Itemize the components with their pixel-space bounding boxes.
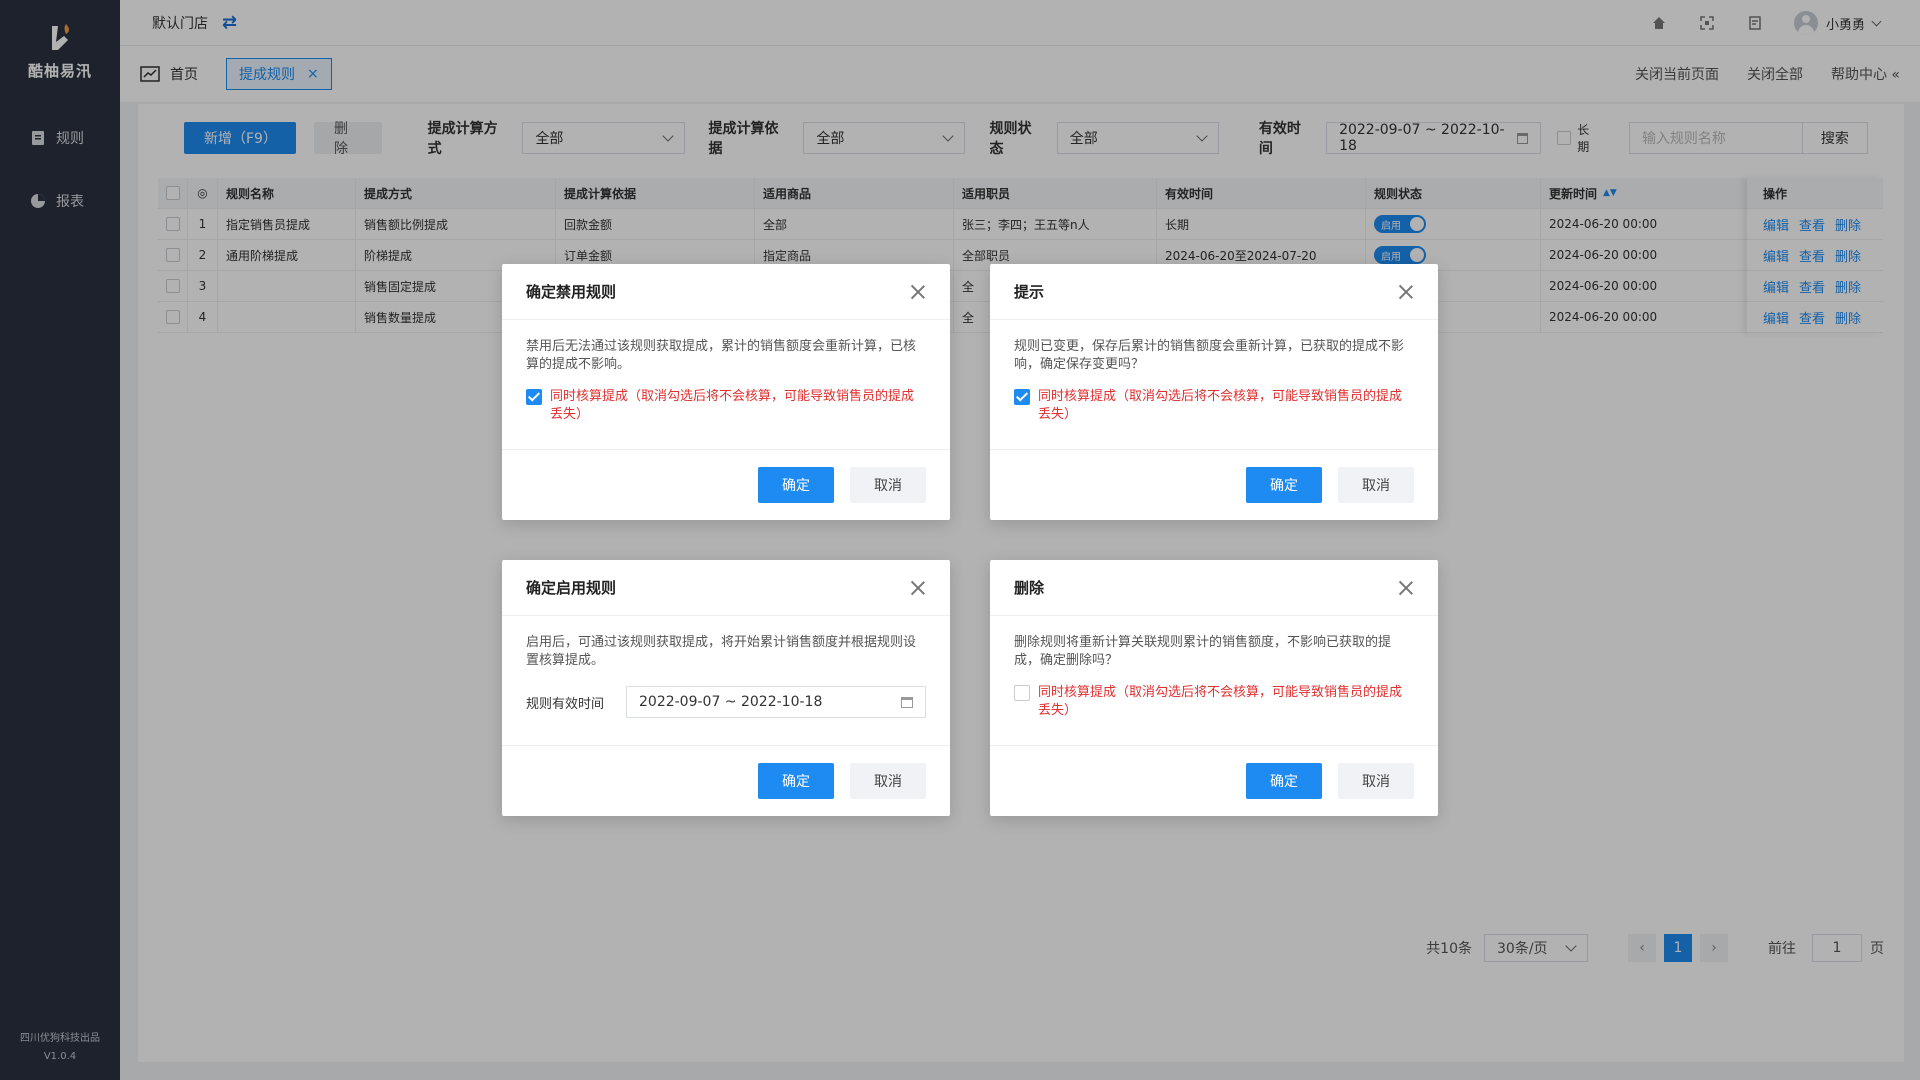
confirm-button[interactable]: 确定 bbox=[1246, 763, 1322, 799]
enable-rule-dialog: 确定启用规则 启用后，可通过该规则获取提成，将开始累计销售额度并根据规则设置核算… bbox=[502, 560, 950, 816]
close-icon[interactable] bbox=[910, 284, 926, 300]
calendar-icon bbox=[901, 696, 913, 708]
range-label: 规则有效时间 bbox=[526, 696, 605, 712]
delete-rule-dialog: 删除 删除规则将重新计算关联规则累计的销售额度，不影响已获取的提成，确定删除吗？… bbox=[990, 560, 1438, 816]
recalc-warning: 同时核算提成（取消勾选后将不会核算，可能导致销售员的提成丢失） bbox=[550, 389, 915, 422]
cancel-button[interactable]: 取消 bbox=[850, 763, 926, 799]
dialog-message: 规则已变更，保存后累计的销售额度会重新计算，已获取的提成不影响，确定保存变更吗？ bbox=[1014, 339, 1405, 372]
cancel-button[interactable]: 取消 bbox=[1338, 763, 1414, 799]
cancel-button[interactable]: 取消 bbox=[850, 467, 926, 503]
confirm-button[interactable]: 确定 bbox=[758, 467, 834, 503]
confirm-button[interactable]: 确定 bbox=[1246, 467, 1322, 503]
recalc-warning: 同时核算提成（取消勾选后将不会核算，可能导致销售员的提成丢失） bbox=[1038, 389, 1403, 422]
dialog-title: 提示 bbox=[1014, 283, 1045, 301]
dialog-message: 删除规则将重新计算关联规则累计的销售额度，不影响已获取的提成，确定删除吗？ bbox=[1014, 635, 1392, 668]
dialog-title: 确定启用规则 bbox=[526, 579, 617, 597]
rule-valid-time-picker[interactable]: 2022-09-07 ~ 2022-10-18 bbox=[626, 686, 926, 718]
modal-overlay bbox=[0, 0, 1920, 1080]
cancel-button[interactable]: 取消 bbox=[1338, 467, 1414, 503]
close-icon[interactable] bbox=[910, 580, 926, 596]
dialog-title: 确定禁用规则 bbox=[526, 283, 617, 301]
recalc-checkbox[interactable] bbox=[1014, 389, 1030, 405]
dialog-message: 禁用后无法通过该规则获取提成，累计的销售额度会重新计算，已核算的提成不影响。 bbox=[526, 339, 917, 372]
recalc-checkbox[interactable] bbox=[526, 389, 542, 405]
confirm-button[interactable]: 确定 bbox=[758, 763, 834, 799]
dialog-message: 启用后，可通过该规则获取提成，将开始累计销售额度并根据规则设置核算提成。 bbox=[526, 635, 917, 668]
dialog-title: 删除 bbox=[1014, 579, 1045, 597]
save-tip-dialog: 提示 规则已变更，保存后累计的销售额度会重新计算，已获取的提成不影响，确定保存变… bbox=[990, 264, 1438, 520]
recalc-warning: 同时核算提成（取消勾选后将不会核算，可能导致销售员的提成丢失） bbox=[1038, 685, 1403, 718]
recalc-checkbox[interactable] bbox=[1014, 685, 1030, 701]
close-icon[interactable] bbox=[1398, 580, 1414, 596]
close-icon[interactable] bbox=[1398, 284, 1414, 300]
disable-rule-dialog: 确定禁用规则 禁用后无法通过该规则获取提成，累计的销售额度会重新计算，已核算的提… bbox=[502, 264, 950, 520]
